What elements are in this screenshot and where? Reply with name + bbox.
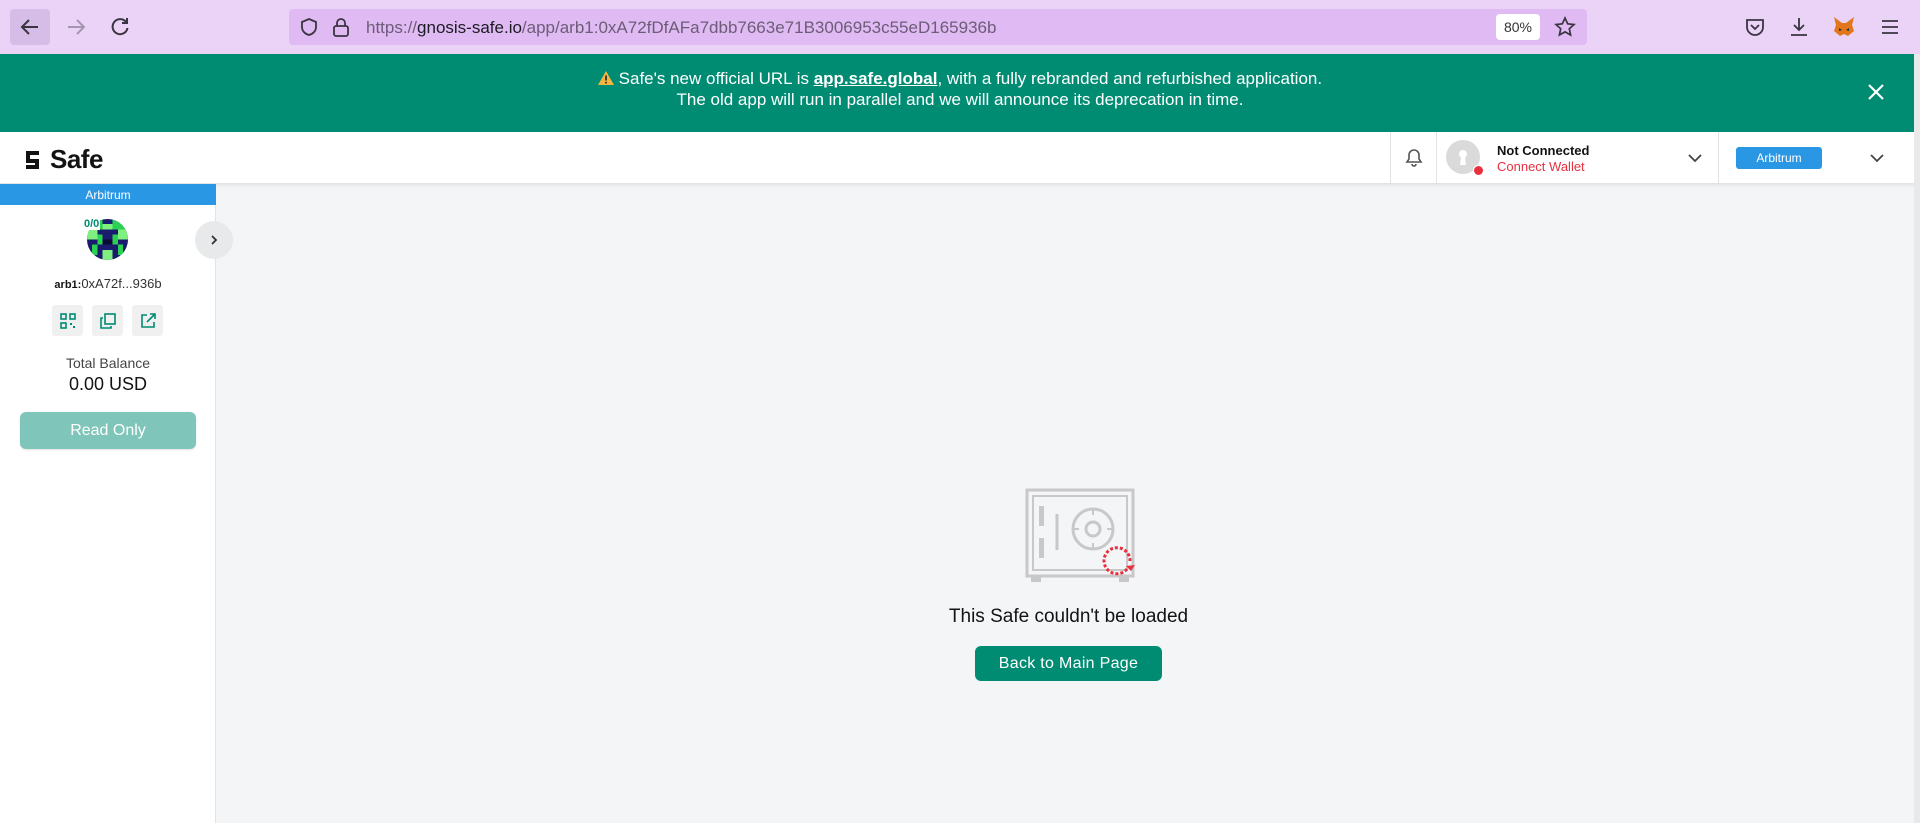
- back-to-main-page-button[interactable]: Back to Main Page: [975, 646, 1162, 681]
- bell-icon[interactable]: [1402, 146, 1426, 170]
- address-short: 0xA72f...936b: [81, 276, 162, 291]
- copy-icon: [99, 312, 116, 329]
- external-link-icon: [140, 312, 156, 328]
- read-only-button[interactable]: Read Only: [20, 412, 196, 449]
- lock-icon[interactable]: [332, 17, 350, 37]
- url-scheme: https://: [366, 18, 418, 37]
- app-header: Safe Not Connected Connect Wallet Arbitr…: [0, 132, 1920, 184]
- star-icon[interactable]: [1554, 16, 1576, 38]
- safe-logo-icon: [26, 150, 39, 169]
- url-host: gnosis-safe.io: [417, 18, 522, 37]
- main-content: This Safe couldn't be loaded Back to Mai…: [217, 184, 1920, 823]
- downloads-button[interactable]: [1787, 15, 1811, 39]
- broken-safe-illustration: [1025, 488, 1135, 582]
- pocket-button[interactable]: [1743, 15, 1767, 39]
- download-icon: [1791, 18, 1807, 36]
- total-balance-value: 0.00 USD: [68, 374, 148, 394]
- chevron-down-icon[interactable]: [1868, 149, 1886, 167]
- address-prefix: arb1:: [54, 279, 82, 291]
- network-pill[interactable]: Arbitrum: [1736, 147, 1822, 169]
- banner-line-2: The old app will run in parallel and we …: [676, 90, 1244, 109]
- reload-button[interactable]: [100, 9, 140, 45]
- reload-icon: [111, 18, 129, 36]
- pocket-icon: [1746, 19, 1764, 36]
- address-bar[interactable]: https://gnosis-safe.io/app/arb1:0xA72fDf…: [289, 9, 1587, 45]
- forward-button[interactable]: [56, 9, 96, 45]
- sidebar: Arbitrum 0/0 arb1:0xA72f...936b Total Ba…: [0, 184, 233, 823]
- migration-banner: Safe's new official URL is app.safe.glob…: [0, 54, 1920, 132]
- zoom-level-badge[interactable]: 80%: [1496, 14, 1540, 40]
- qr-code-icon: [59, 312, 76, 329]
- forward-arrow-icon: [68, 19, 86, 35]
- qr-code-button[interactable]: [52, 305, 83, 336]
- new-url-link[interactable]: app.safe.global: [814, 69, 938, 88]
- banner-text-before: Safe's new official URL is: [613, 69, 814, 88]
- hamburger-menu-icon: [1882, 20, 1898, 34]
- header-divider: [1390, 132, 1391, 184]
- back-arrow-icon: [20, 19, 38, 35]
- url-text[interactable]: https://gnosis-safe.io/app/arb1:0xA72fDf…: [366, 18, 996, 38]
- copy-address-button[interactable]: [92, 305, 123, 336]
- close-icon[interactable]: [1862, 78, 1890, 106]
- banner-text-after: , with a fully rebranded and refurbished…: [937, 69, 1323, 88]
- connect-wallet-link[interactable]: Connect Wallet: [1497, 159, 1585, 174]
- sidebar-network-label: Arbitrum: [0, 184, 216, 205]
- safe-address: arb1:0xA72f...936b: [0, 276, 216, 291]
- address-actions: [52, 305, 163, 336]
- error-title: This Safe couldn't be loaded: [948, 606, 1189, 627]
- warning-icon: [597, 71, 614, 85]
- banner-line-1: Safe's new official URL is app.safe.glob…: [0, 68, 1920, 89]
- metamask-extension-button[interactable]: [1832, 15, 1856, 39]
- threshold-badge: 0/0: [83, 218, 101, 230]
- explorer-link-button[interactable]: [132, 305, 163, 336]
- metamask-fox-icon: [1834, 17, 1854, 36]
- back-button[interactable]: [10, 9, 50, 45]
- safe-logo[interactable]: Safe: [22, 144, 103, 175]
- header-divider: [1718, 132, 1719, 184]
- logo-text: Safe: [50, 144, 103, 174]
- wallet-status: Not Connected: [1497, 143, 1590, 158]
- url-path: /app/arb1:0xA72fDfAFa7dbb7663e71B3006953…: [521, 18, 997, 37]
- page-scrollbar[interactable]: [1914, 54, 1920, 823]
- status-indicator: [1473, 165, 1484, 176]
- browser-menu-button[interactable]: [1878, 15, 1902, 39]
- chevron-down-icon[interactable]: [1686, 149, 1704, 167]
- shield-icon[interactable]: [299, 17, 319, 37]
- header-divider: [1436, 132, 1437, 184]
- total-balance-label: Total Balance: [65, 355, 151, 371]
- browser-toolbar: https://gnosis-safe.io/app/arb1:0xA72fDf…: [0, 0, 1920, 54]
